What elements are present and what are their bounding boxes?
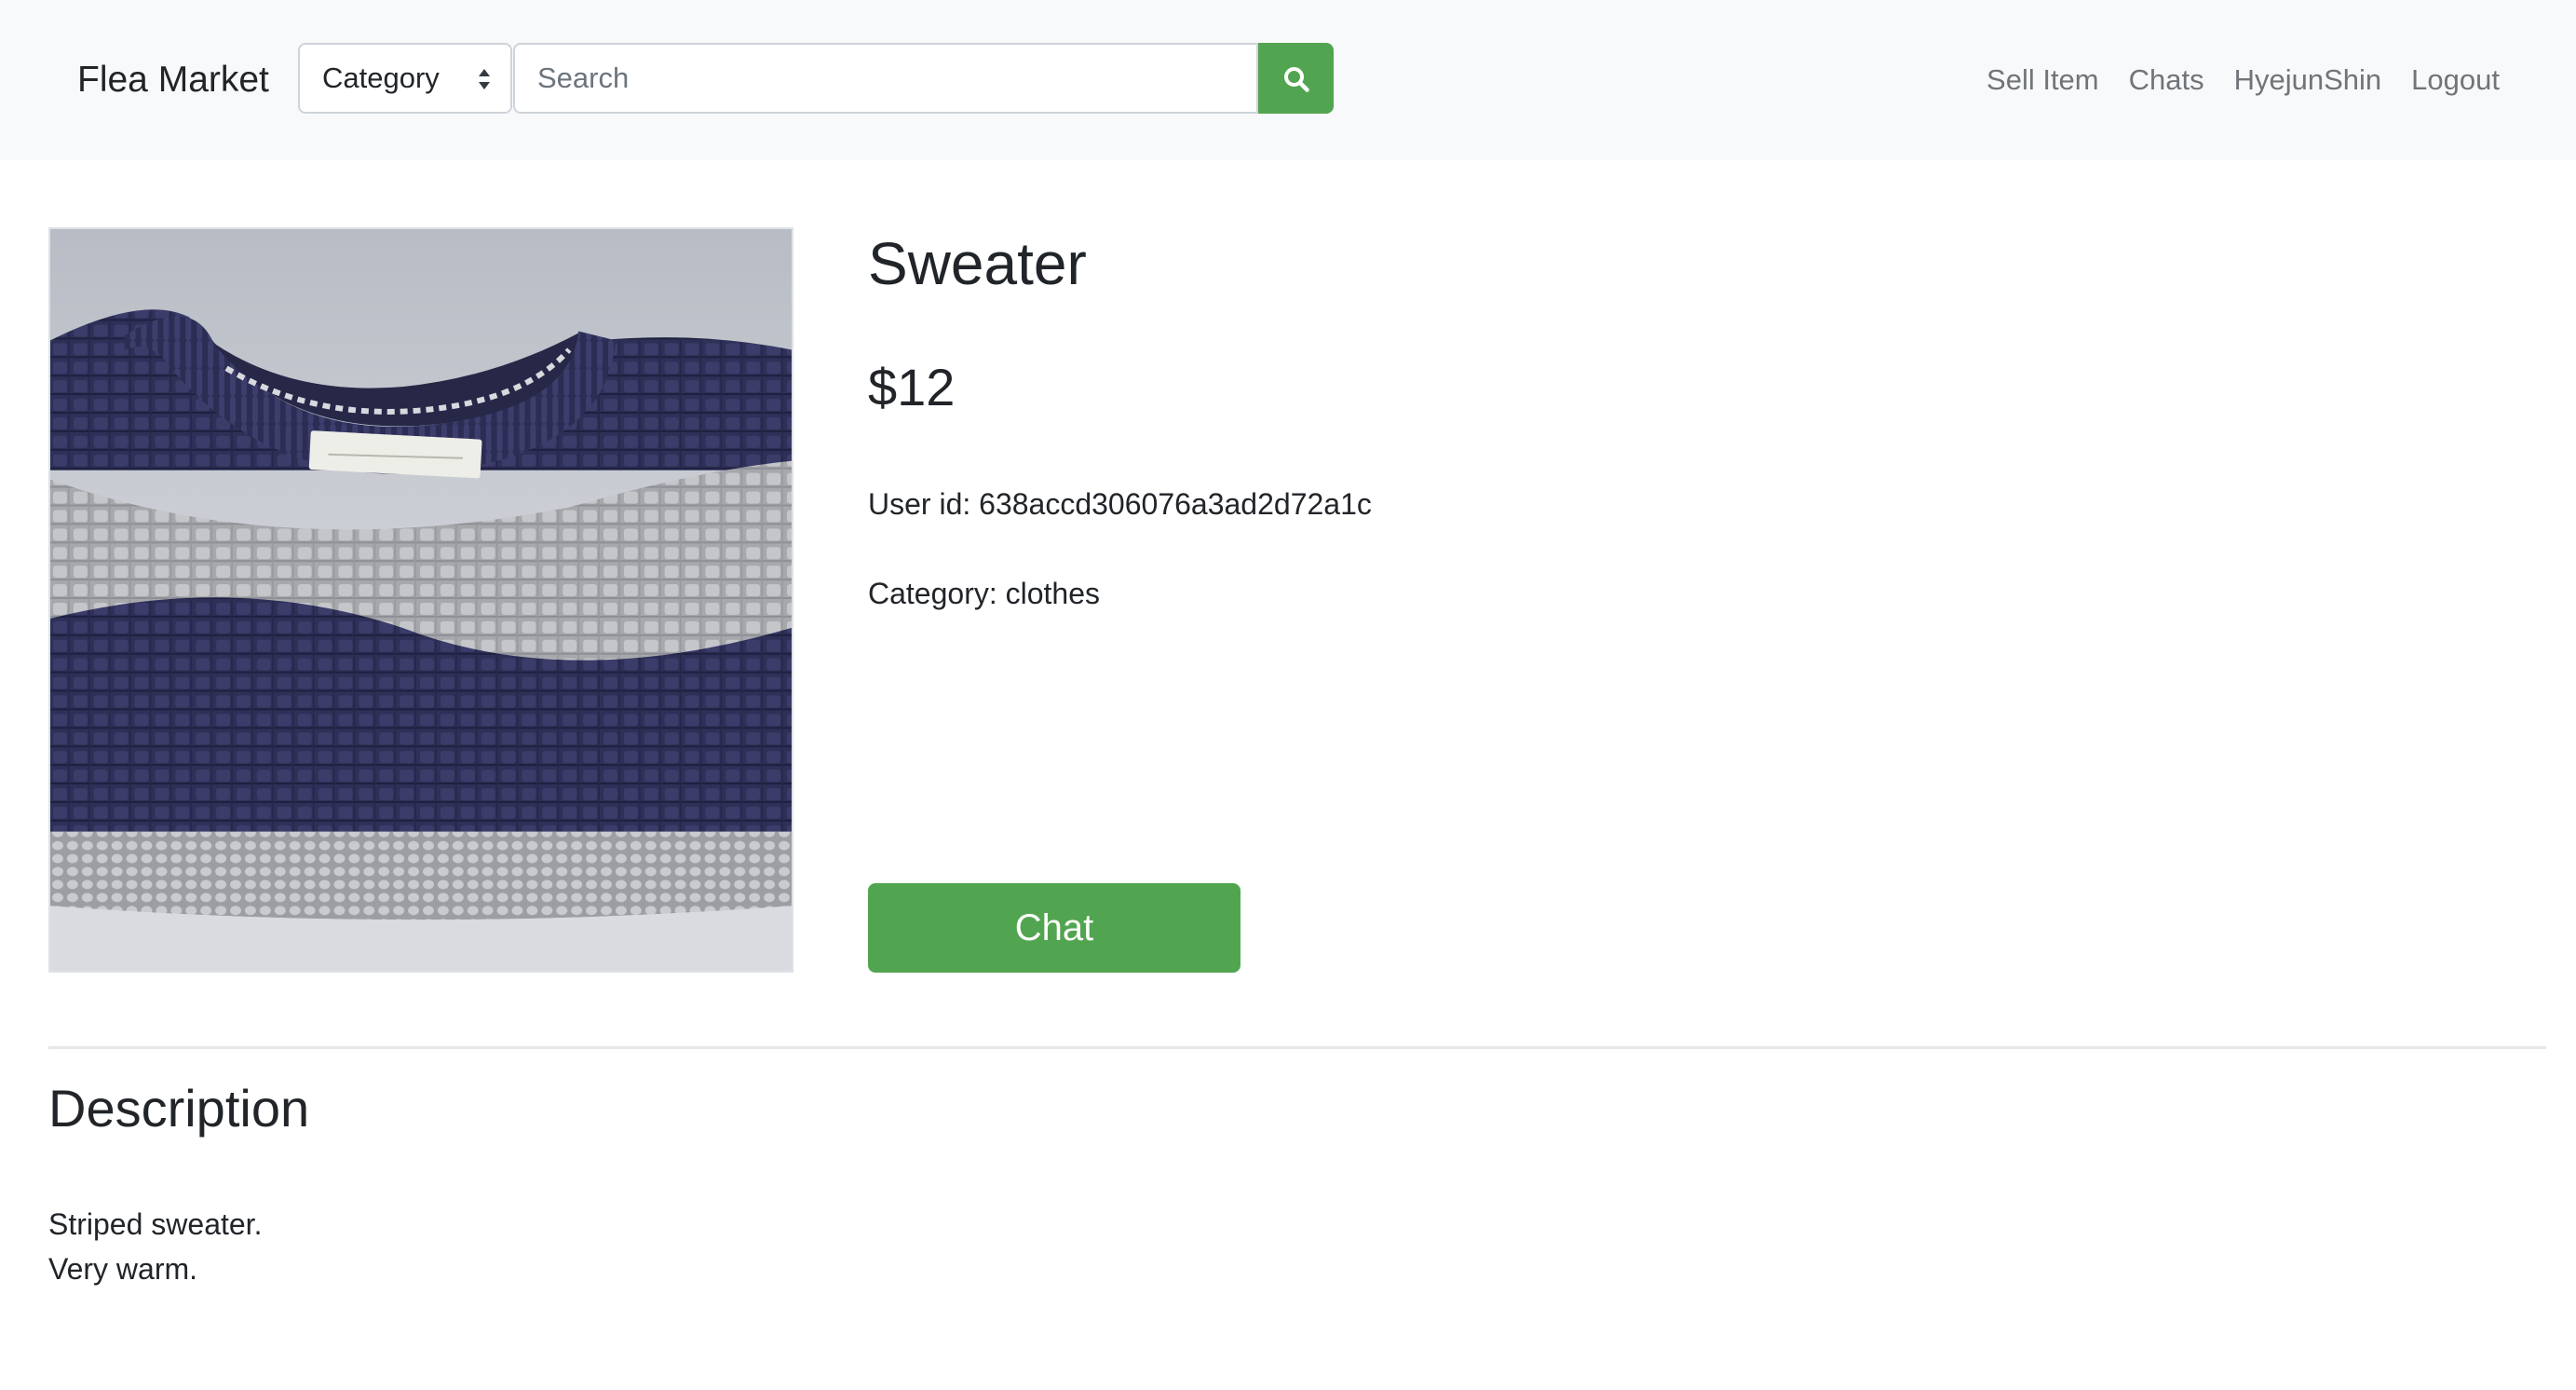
search-button[interactable] — [1258, 43, 1334, 114]
description-line: Striped sweater. — [48, 1207, 263, 1241]
product-price: $12 — [868, 358, 956, 416]
description-line: Very warm. — [48, 1252, 198, 1286]
nav-link-sell-item[interactable]: Sell Item — [1986, 63, 2099, 97]
search-icon — [1284, 67, 1309, 92]
brand-link[interactable]: Flea Market — [77, 52, 269, 108]
section-divider — [48, 1046, 2546, 1049]
product-image — [48, 227, 793, 973]
category-select-value: Category — [322, 61, 440, 94]
nav-link-logout[interactable]: Logout — [2411, 63, 2500, 97]
nav-link-profile[interactable]: HyejunShin — [2234, 63, 2382, 97]
search-input[interactable]: Search — [513, 43, 1258, 114]
search-placeholder: Search — [537, 61, 630, 94]
seller-user-id: User id: 638accd306076a3ad2d72a1c — [868, 487, 1372, 521]
product-title: Sweater — [868, 230, 1087, 297]
nav-link-chats[interactable]: Chats — [2129, 63, 2204, 97]
sort-arrows-icon — [479, 69, 490, 89]
chat-button[interactable]: Chat — [868, 883, 1241, 973]
navbar: Flea Market Category Search Sell Item Ch… — [0, 0, 2576, 160]
description-heading: Description — [48, 1079, 310, 1138]
striped-sweater-photo — [50, 229, 792, 971]
category-select[interactable]: Category — [298, 43, 512, 114]
nav-links: Sell Item Chats HyejunShin Logout — [1986, 52, 2500, 108]
product-category: Category: clothes — [868, 577, 1101, 610]
